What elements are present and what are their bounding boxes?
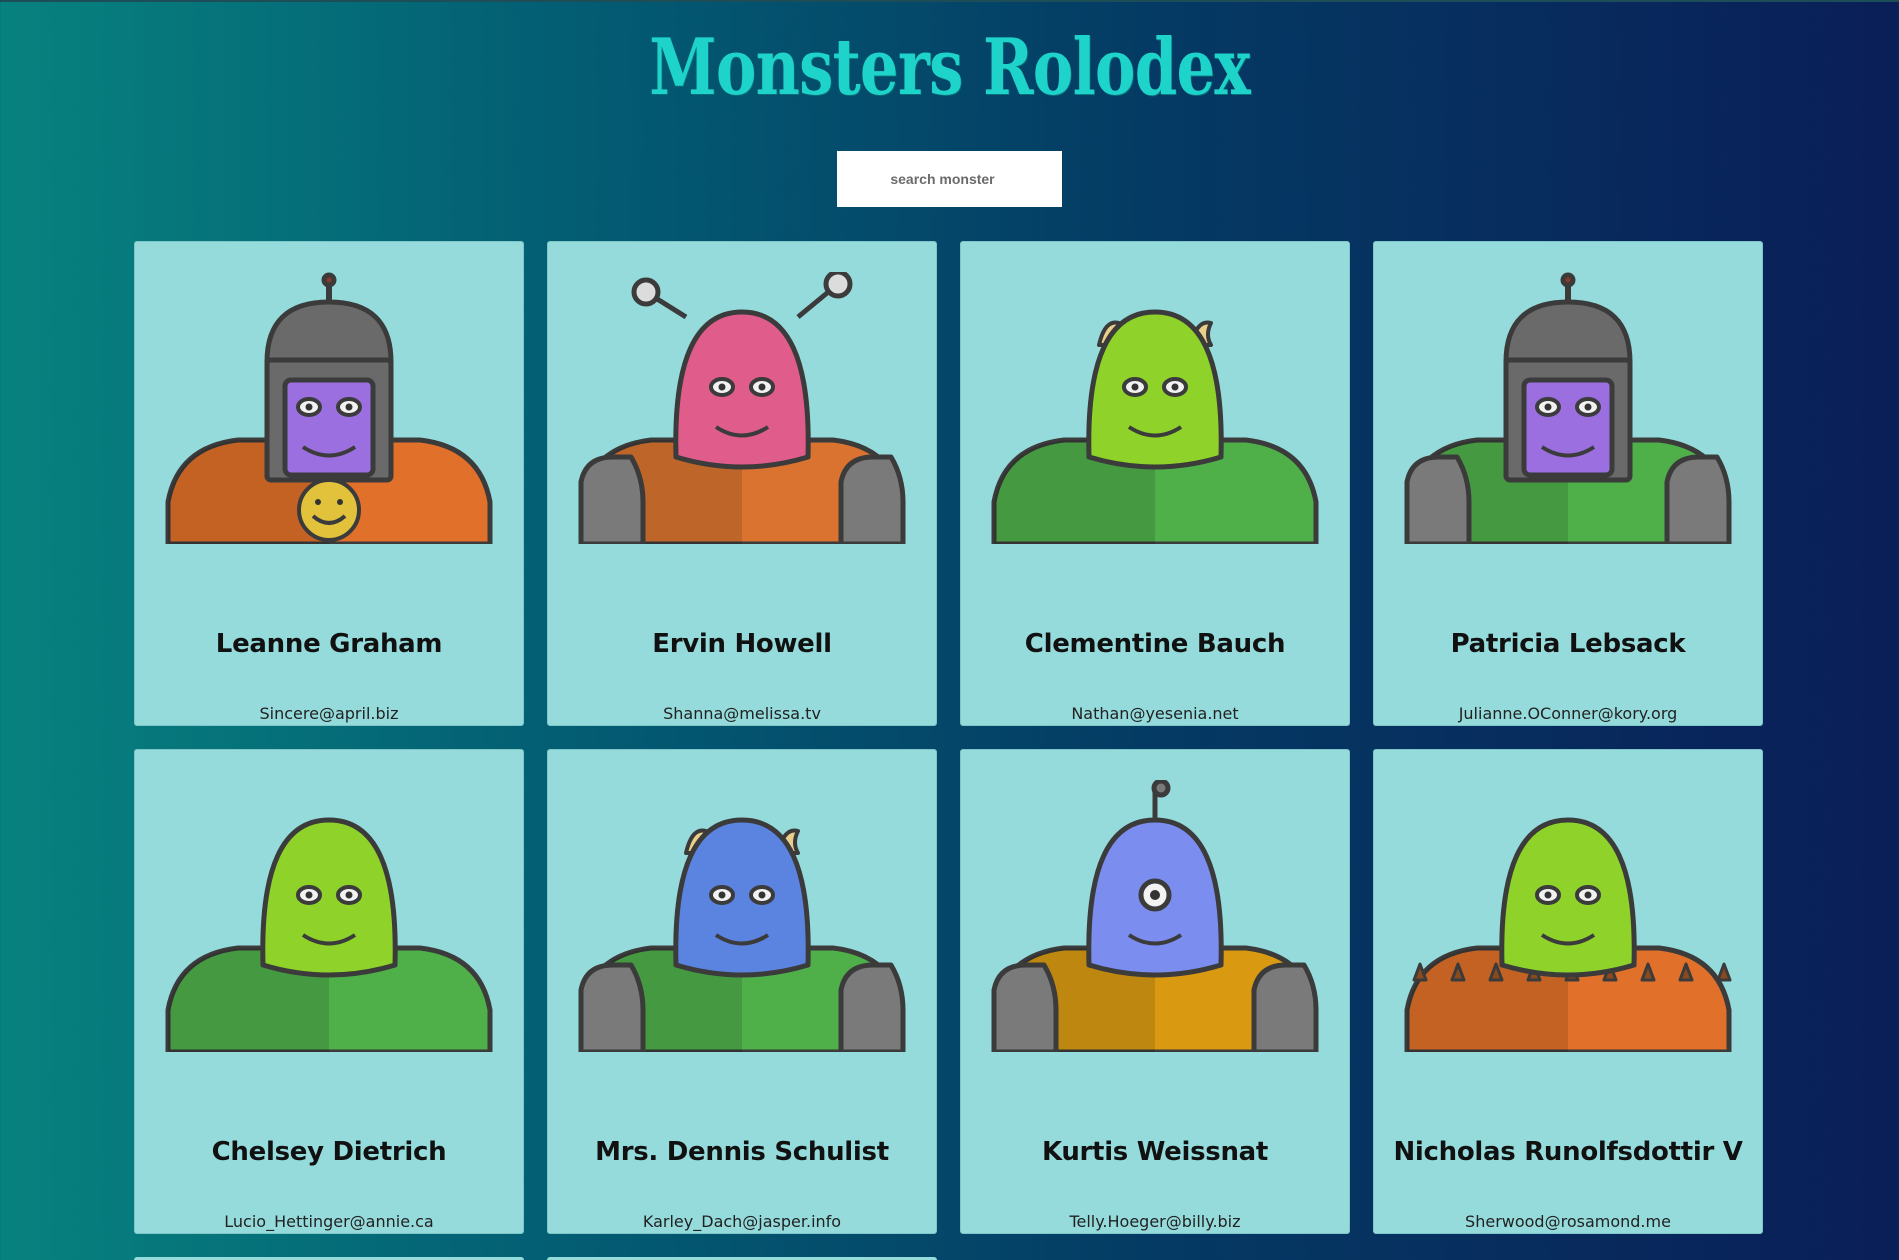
shoulder-armor [838,962,906,1052]
monster-card[interactable]: Chelsey Dietrich Lucio_Hettinger@annie.ca [134,749,524,1234]
shoulder-armor [991,962,1059,1052]
monster-head [260,817,398,978]
monster-avatar [165,817,493,1052]
monster-email: Sincere@april.biz [259,704,399,723]
shoulder-armor [838,454,906,544]
helmet-dome [1503,299,1633,365]
monster-name: Nicholas Runolfsdottir V [1393,1137,1743,1167]
shoulder-armor [578,962,646,1052]
monster-card[interactable]: Nicholas Runolfsdottir V Sherwood@rosamon… [1373,749,1763,1234]
monster-head [1086,309,1224,470]
monster-email: Julianne.OConner@kory.org [1458,704,1678,723]
search-input[interactable] [837,151,1062,207]
monster-card[interactable]: Patricia Lebsack Julianne.OConner@kory.or… [1373,241,1763,726]
monster-card[interactable]: Ervin Howell Shanna@melissa.tv [547,241,937,726]
monster-avatar [165,272,493,544]
monster-email: Shanna@melissa.tv [663,704,821,723]
monster-card[interactable]: Leanne Graham Sincere@april.biz [134,241,524,726]
monster-email: Telly.Hoeger@billy.biz [1069,1212,1241,1231]
monster-face [282,377,376,478]
page-title: Monsters Rolodex [649,22,1250,113]
monster-name: Mrs. Dennis Schulist [595,1137,889,1167]
monster-card[interactable]: Clementine Bauch Nathan@yesenia.net [960,241,1350,726]
monster-face [1521,377,1615,478]
monster-avatar [991,780,1319,1052]
monster-avatar [578,272,906,544]
shoulder-spike [1716,962,1732,982]
monster-name: Ervin Howell [652,629,832,659]
shoulder-armor [578,454,646,544]
monster-card[interactable]: Kurtis Weissnat Telly.Hoeger@billy.biz [960,749,1350,1234]
monster-name: Clementine Bauch [1024,629,1286,659]
helmet-dome [264,299,394,365]
monster-avatar [1404,272,1732,544]
monster-head [673,817,811,978]
monster-head [673,309,811,470]
monster-head [1499,817,1637,978]
monster-email: Sherwood@rosamond.me [1465,1212,1671,1231]
top-border [0,0,1899,2]
smiley-icon [297,478,361,542]
monster-name: Patricia Lebsack [1450,629,1686,659]
shoulder-spike [1412,962,1428,982]
monster-card[interactable]: Mrs. Dennis Schulist Karley_Dach@jasper.i… [547,749,937,1234]
monster-email: Lucio_Hettinger@annie.ca [224,1212,434,1231]
monster-name: Leanne Graham [215,629,443,659]
antenna-eye [823,272,853,299]
shoulder-armor [1404,454,1472,544]
shoulder-armor [1251,962,1319,1052]
monster-avatar [991,309,1319,544]
shoulder-armor [1664,454,1732,544]
monster-name: Kurtis Weissnat [1041,1137,1269,1167]
monster-avatar [1404,817,1732,1052]
monster-avatar [578,817,906,1052]
monster-email: Karley_Dach@jasper.info [642,1212,842,1231]
antenna-eye [631,277,661,307]
monster-name: Chelsey Dietrich [211,1137,447,1167]
monster-email: Nathan@yesenia.net [1071,704,1239,723]
